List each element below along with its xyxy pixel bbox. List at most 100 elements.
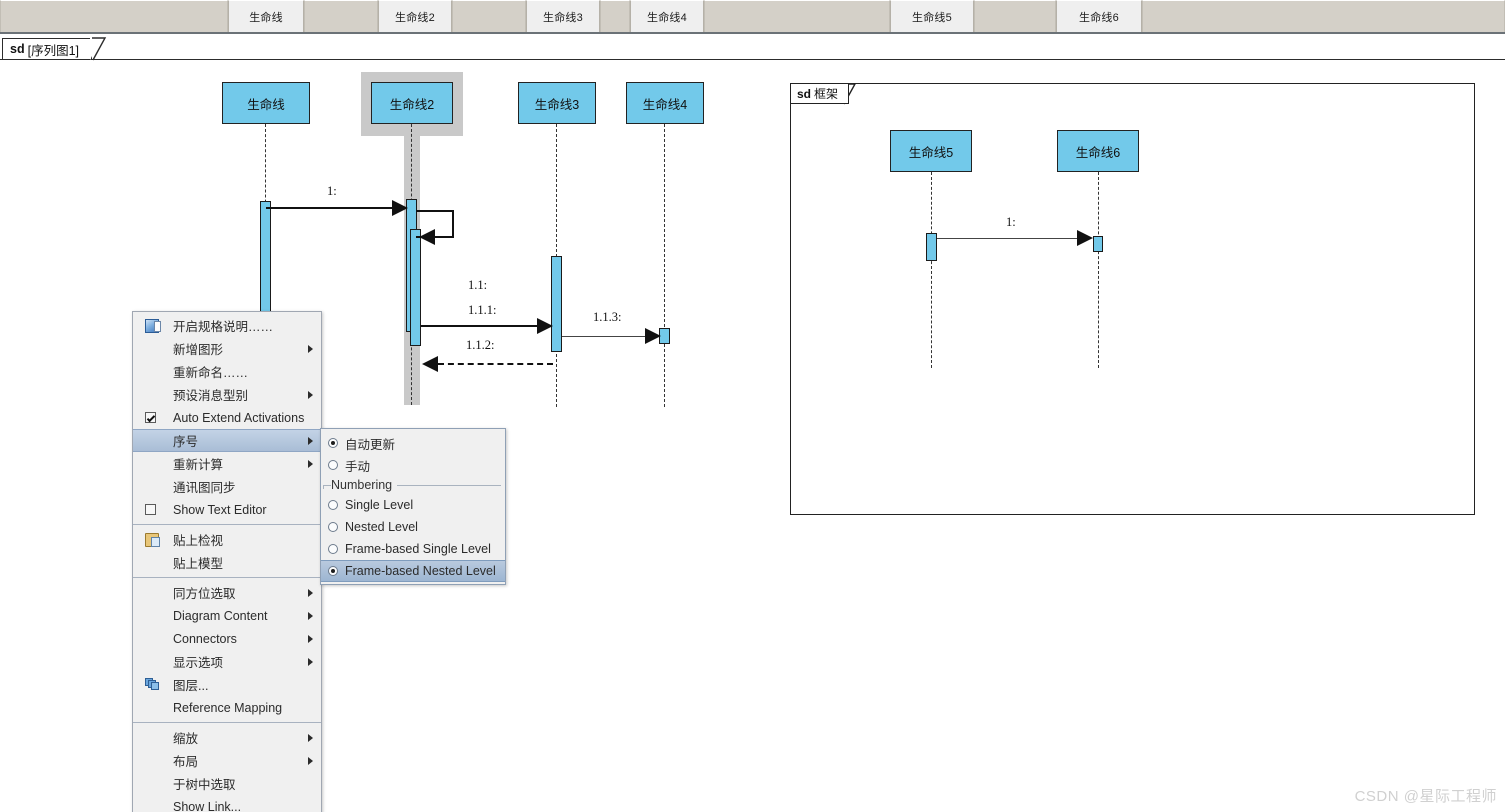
ruler-segment-lifeline[interactable]: 生命线6	[1056, 0, 1142, 32]
context-menu-separator	[133, 524, 321, 525]
ruler-segment-lifeline[interactable]: 生命线5	[890, 0, 974, 32]
activation-bar-5[interactable]	[926, 233, 937, 261]
lifeline-label-6: 生命线6	[1075, 145, 1121, 160]
context-menu-item-label: 同方位选取	[173, 587, 236, 601]
message-arrowhead-1-1-1	[537, 318, 553, 334]
context-menu-item[interactable]: Show Link...	[133, 795, 321, 812]
context-menu-item[interactable]: Connectors	[133, 627, 321, 650]
activation-bar-3[interactable]	[551, 256, 562, 352]
ruler-segment-lifeline[interactable]: 生命线	[228, 0, 304, 32]
message-line-frame-1[interactable]	[937, 238, 1083, 239]
inner-frame-name: 框架	[814, 87, 839, 101]
submenu-item-label: 手动	[345, 459, 371, 474]
context-menu-item-label: 开启规格说明……	[173, 320, 274, 334]
message-arrowhead-1-1-3	[645, 328, 661, 344]
submenu-arrow-icon	[308, 634, 313, 643]
context-menu-item-label: 布局	[173, 755, 199, 769]
lifeline-dash-4	[664, 124, 665, 407]
ruler-segment-lifeline[interactable]: 生命线2	[378, 0, 452, 32]
context-menu-item-label: 于树中选取	[173, 778, 236, 792]
ruler-segment-gap	[974, 0, 1056, 32]
ruler-segment-gap	[452, 0, 526, 32]
context-menu-item[interactable]: 新增图形	[133, 337, 321, 360]
context-menu-item[interactable]: Auto Extend Activations	[133, 406, 321, 429]
message-label-1-1-3: 1.1.3:	[593, 310, 622, 324]
lifeline-dash-5	[931, 172, 932, 368]
context-menu-item-label: 显示选项	[173, 656, 224, 670]
context-menu-item[interactable]: 重新计算	[133, 452, 321, 475]
context-menu-item[interactable]: 图层...	[133, 673, 321, 696]
radio-selected-icon[interactable]	[328, 438, 338, 448]
submenu-numbering-item[interactable]: Frame-based Single Level	[321, 538, 505, 560]
inner-frame-tab[interactable]: sd 框架	[791, 84, 850, 104]
context-menu-item-label: 通讯图同步	[173, 481, 236, 495]
message-label-1-1-2: 1.1.2:	[466, 338, 495, 352]
radio-selected-icon[interactable]	[328, 566, 338, 576]
lifeline-label-5: 生命线5	[908, 145, 954, 160]
message-arrowhead-1	[392, 200, 408, 216]
context-menu-item[interactable]: Reference Mapping	[133, 696, 321, 719]
context-menu-item-label: 图层...	[173, 679, 209, 693]
context-menu-item[interactable]: 开启规格说明……	[133, 314, 321, 337]
spec-document-icon	[145, 318, 161, 333]
radio-unselected-icon[interactable]	[328, 522, 338, 532]
context-menu-item-label: Show Link...	[173, 799, 242, 812]
lifeline-head-2[interactable]: 生命线2	[371, 82, 453, 124]
submenu-update-mode-item[interactable]: 自动更新	[321, 432, 505, 454]
context-menu-item[interactable]: 布局	[133, 749, 321, 772]
context-menu-item[interactable]: 贴上检视	[133, 528, 321, 551]
context-menu-item[interactable]: 通讯图同步	[133, 475, 321, 498]
submenu-numbering-item[interactable]: Nested Level	[321, 516, 505, 538]
context-menu-item[interactable]: 序号	[133, 429, 321, 452]
message-label-1-1-1: 1.1.1:	[468, 303, 497, 317]
lifeline-head-1[interactable]: 生命线	[222, 82, 310, 124]
inner-frame-keyword: sd	[797, 86, 812, 101]
numbering-submenu[interactable]: 自动更新 手动 Numbering Single Level Nested Level F…	[320, 428, 506, 585]
context-menu-item[interactable]: 于树中选取	[133, 772, 321, 795]
context-menu-item-label: 重新计算	[173, 458, 224, 472]
submenu-arrow-icon	[308, 390, 313, 399]
submenu-item-label: Single Level	[345, 498, 414, 512]
context-menu-item[interactable]: 预设消息型别	[133, 383, 321, 406]
context-menu-item[interactable]: 缩放	[133, 726, 321, 749]
message-line-1-1-1[interactable]	[421, 325, 541, 327]
submenu-item-label: Frame-based Single Level	[345, 542, 491, 556]
lifeline-head-5[interactable]: 生命线5	[890, 130, 972, 172]
diagram-frame-tab[interactable]: sd [序列图1]	[2, 38, 101, 60]
submenu-arrow-icon	[308, 459, 313, 468]
lifeline-head-3[interactable]: 生命线3	[518, 82, 596, 124]
lifeline-head-4[interactable]: 生命线4	[626, 82, 704, 124]
context-menu-item[interactable]: 贴上模型	[133, 551, 321, 574]
message-label-1: 1:	[327, 184, 337, 198]
context-menu-separator	[133, 722, 321, 723]
context-menu-item[interactable]: Show Text Editor	[133, 498, 321, 521]
radio-unselected-icon[interactable]	[328, 460, 338, 470]
lifeline-head-6[interactable]: 生命线6	[1057, 130, 1139, 172]
submenu-arrow-icon	[308, 344, 313, 353]
activation-bar-2-inner[interactable]	[410, 229, 421, 346]
radio-unselected-icon[interactable]	[328, 500, 338, 510]
submenu-numbering-item[interactable]: Frame-based Nested Level	[321, 560, 505, 582]
message-line-1-1-3[interactable]	[562, 336, 652, 337]
checkbox-checked-icon[interactable]	[145, 411, 156, 423]
diagram-frame-name: [序列图1]	[27, 43, 79, 58]
activation-bar-6[interactable]	[1093, 236, 1103, 252]
context-menu[interactable]: 开启规格说明…… 新增图形重新命名…… 预设消息型别 Auto Extend Acti…	[132, 311, 322, 812]
message-line-1-1-2[interactable]	[438, 363, 553, 365]
activation-bar-1[interactable]	[260, 201, 271, 313]
context-menu-item[interactable]: 同方位选取	[133, 581, 321, 604]
paste-icon	[145, 532, 160, 547]
ruler-segment-lifeline[interactable]: 生命线3	[526, 0, 600, 32]
submenu-numbering-item[interactable]: Single Level	[321, 494, 505, 516]
lifeline-label-3: 生命线3	[534, 97, 580, 112]
message-line-1[interactable]	[266, 207, 396, 209]
context-menu-item[interactable]: Diagram Content	[133, 604, 321, 627]
context-menu-item-label: 重新命名……	[173, 366, 249, 380]
radio-unselected-icon[interactable]	[328, 544, 338, 554]
checkbox-unchecked-icon[interactable]	[145, 503, 156, 515]
context-menu-item[interactable]: 重新命名……	[133, 360, 321, 383]
context-menu-item[interactable]: 显示选项	[133, 650, 321, 673]
submenu-update-mode-item[interactable]: 手动	[321, 454, 505, 476]
ruler-segment-lifeline[interactable]: 生命线4	[630, 0, 704, 32]
message-arrowhead-frame-1	[1077, 230, 1093, 246]
